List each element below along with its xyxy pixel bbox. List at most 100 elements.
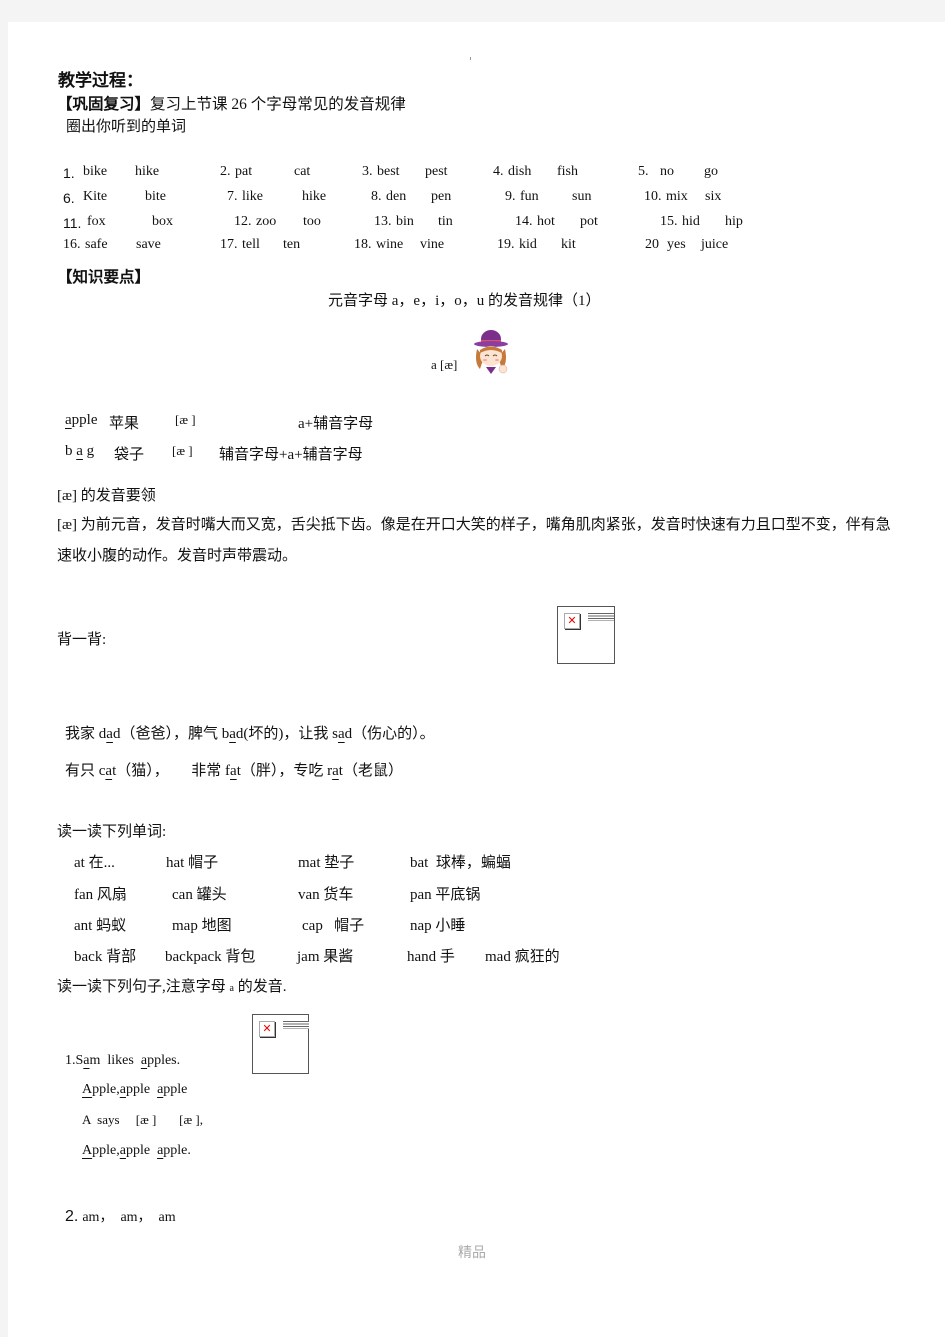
example-ipa: [æ ] (172, 443, 193, 458)
word-pair-number: 19. (497, 237, 515, 252)
word-option-a[interactable]: mix (666, 189, 688, 205)
vocab-item: backpack 背包 (165, 949, 256, 965)
word-option-a[interactable]: tell (242, 237, 260, 253)
word-option-b[interactable]: six (705, 189, 721, 205)
example-ipa: [æ ] (175, 412, 196, 427)
word-option-b[interactable]: save (136, 237, 161, 253)
word-option-b[interactable]: pot (580, 214, 598, 230)
image-alt-text (588, 613, 614, 621)
recite-heading: 背一背: (57, 632, 107, 648)
word-option-a[interactable]: dish (508, 164, 531, 180)
word-option-b[interactable]: too (303, 214, 321, 230)
footer-watermark: 精品 (458, 1245, 486, 1261)
broken-image-icon: ✕ (259, 1021, 275, 1037)
vocab-item: bat 球棒，蝙蝠 (410, 855, 511, 871)
word-option-a[interactable]: yes (667, 237, 686, 253)
vocab-item: pan 平底锅 (410, 887, 481, 903)
word-option-b[interactable]: pest (425, 164, 448, 180)
text-segment: 我家 d (65, 726, 107, 742)
example-word: apple (65, 412, 98, 428)
word-option-a[interactable]: pat (235, 164, 252, 180)
text-segment: d（爸爸），脾气 b (112, 726, 230, 742)
review-text: 复习上节课 26 个字母常见的发音规律 (150, 96, 406, 113)
text-segment: pple (163, 1082, 188, 1097)
word-option-b[interactable]: pen (431, 189, 451, 205)
word-option-a[interactable]: Kite (83, 189, 107, 205)
word-pair-number: 2. (220, 164, 231, 179)
word-option-a[interactable]: no (660, 164, 674, 180)
vowel-rule-subtitle: 元音字母 a，e，i，o，u 的发音规律（1） (328, 293, 601, 309)
word-option-b[interactable]: hike (302, 189, 326, 205)
word-option-a[interactable]: zoo (256, 214, 276, 230)
vocab-item: at 在... (74, 855, 115, 871)
vocab-item: hat 帽子 (166, 855, 219, 871)
underlined-letter: a (337, 726, 345, 742)
circle-instruction: 圈出你听到的单词 (66, 119, 187, 135)
word-option-a[interactable]: hot (537, 214, 555, 230)
word-option-b[interactable]: box (152, 214, 173, 230)
word-option-a[interactable]: safe (85, 237, 108, 253)
vocab-item: hand 手 (407, 949, 455, 965)
word-pair-number: 16. (63, 237, 81, 252)
word-option-a[interactable]: wine (376, 237, 403, 253)
word-option-a[interactable]: best (377, 164, 400, 180)
vocab-item: map 地图 (172, 918, 232, 934)
text-segment: d(坏的)，让我 s (235, 726, 338, 742)
word-option-b[interactable]: hike (135, 164, 159, 180)
word-option-b[interactable]: juice (701, 237, 728, 253)
vocab-item: jam 果酱 (297, 949, 354, 965)
vocab-item: mat 垫子 (298, 855, 355, 871)
page-marker-dot (470, 57, 471, 60)
word-pair-number: 11. (63, 215, 82, 231)
text-segment: t（老鼠） (338, 763, 403, 779)
word-pair-number: 3. (362, 164, 373, 179)
word-option-a[interactable]: den (386, 189, 406, 205)
word-option-b[interactable]: kit (561, 237, 576, 253)
word-option-a[interactable]: hid (682, 214, 700, 230)
word-pair-number: 9. (505, 189, 516, 204)
word-pair-number: 6. (63, 190, 75, 206)
text-segment: pple. (163, 1143, 191, 1158)
word-option-b[interactable]: tin (438, 214, 453, 230)
review-heading: 【巩固复习】复习上节课 26 个字母常见的发音规律 (57, 92, 406, 114)
word-option-b[interactable]: fish (557, 164, 578, 180)
word-option-a[interactable]: bin (396, 214, 414, 230)
word-option-b[interactable]: bite (145, 189, 166, 205)
vocab-item: ant 蚂蚁 (74, 918, 127, 934)
word-option-a[interactable]: bike (83, 164, 107, 180)
sentence-1-line-4: Apple,apple apple. (82, 1143, 191, 1159)
word-option-b[interactable]: hip (725, 214, 743, 230)
word-option-b[interactable]: cat (294, 164, 310, 180)
broken-image-placeholder: ✕ (557, 606, 615, 664)
word-option-a[interactable]: fun (520, 189, 539, 205)
sentence-text: Sam likes apples. (76, 1053, 181, 1068)
tips-paragraph: [æ] 为前元音，发音时嘴大而又宽，舌尖抵下齿。像是在开口大笑的样子，嘴角肌肉紧… (57, 517, 891, 564)
heading-text: 读一读下列句子,注意字母 (57, 979, 226, 995)
word-option-a[interactable]: fox (87, 214, 106, 230)
word-option-b[interactable]: go (704, 164, 718, 180)
text-segment: t（胖），专吃 r (236, 763, 333, 779)
sentence-1-line-3: A says [æ ] [æ ], (82, 1112, 203, 1127)
word-option-b[interactable]: sun (572, 189, 591, 205)
sentence-text: am， am， am (82, 1210, 176, 1225)
broken-image-placeholder-2: ✕ (252, 1014, 309, 1074)
example-rule: 辅音字母+a+辅音字母 (219, 447, 363, 463)
sentence-1-line-2: Apple,apple apple (82, 1082, 187, 1098)
broken-image-icon: ✕ (564, 613, 580, 629)
word-pair-number: 20 (645, 237, 659, 252)
vocab-item: can 罐头 (172, 887, 227, 903)
word-option-a[interactable]: like (242, 189, 263, 205)
word-option-b[interactable]: vine (420, 237, 444, 253)
chant-line-1: 我家 dad（爸爸），脾气 bad(坏的)，让我 sad（伤心的）。 (65, 722, 435, 743)
example-word: b a g (65, 443, 95, 459)
underlined-letter: a (332, 763, 339, 779)
word-pair-number: 5. (638, 164, 649, 179)
image-alt-text (283, 1021, 309, 1029)
vocab-item: cap 帽子 (302, 918, 365, 934)
example-rule: a+辅音字母 (298, 416, 374, 432)
review-label: 【巩固复习】 (57, 96, 151, 113)
text-segment: d（伤心的）。 (344, 726, 435, 742)
sentence-number: 2. (65, 1208, 79, 1225)
word-option-b[interactable]: ten (283, 237, 300, 253)
word-option-a[interactable]: kid (519, 237, 537, 253)
